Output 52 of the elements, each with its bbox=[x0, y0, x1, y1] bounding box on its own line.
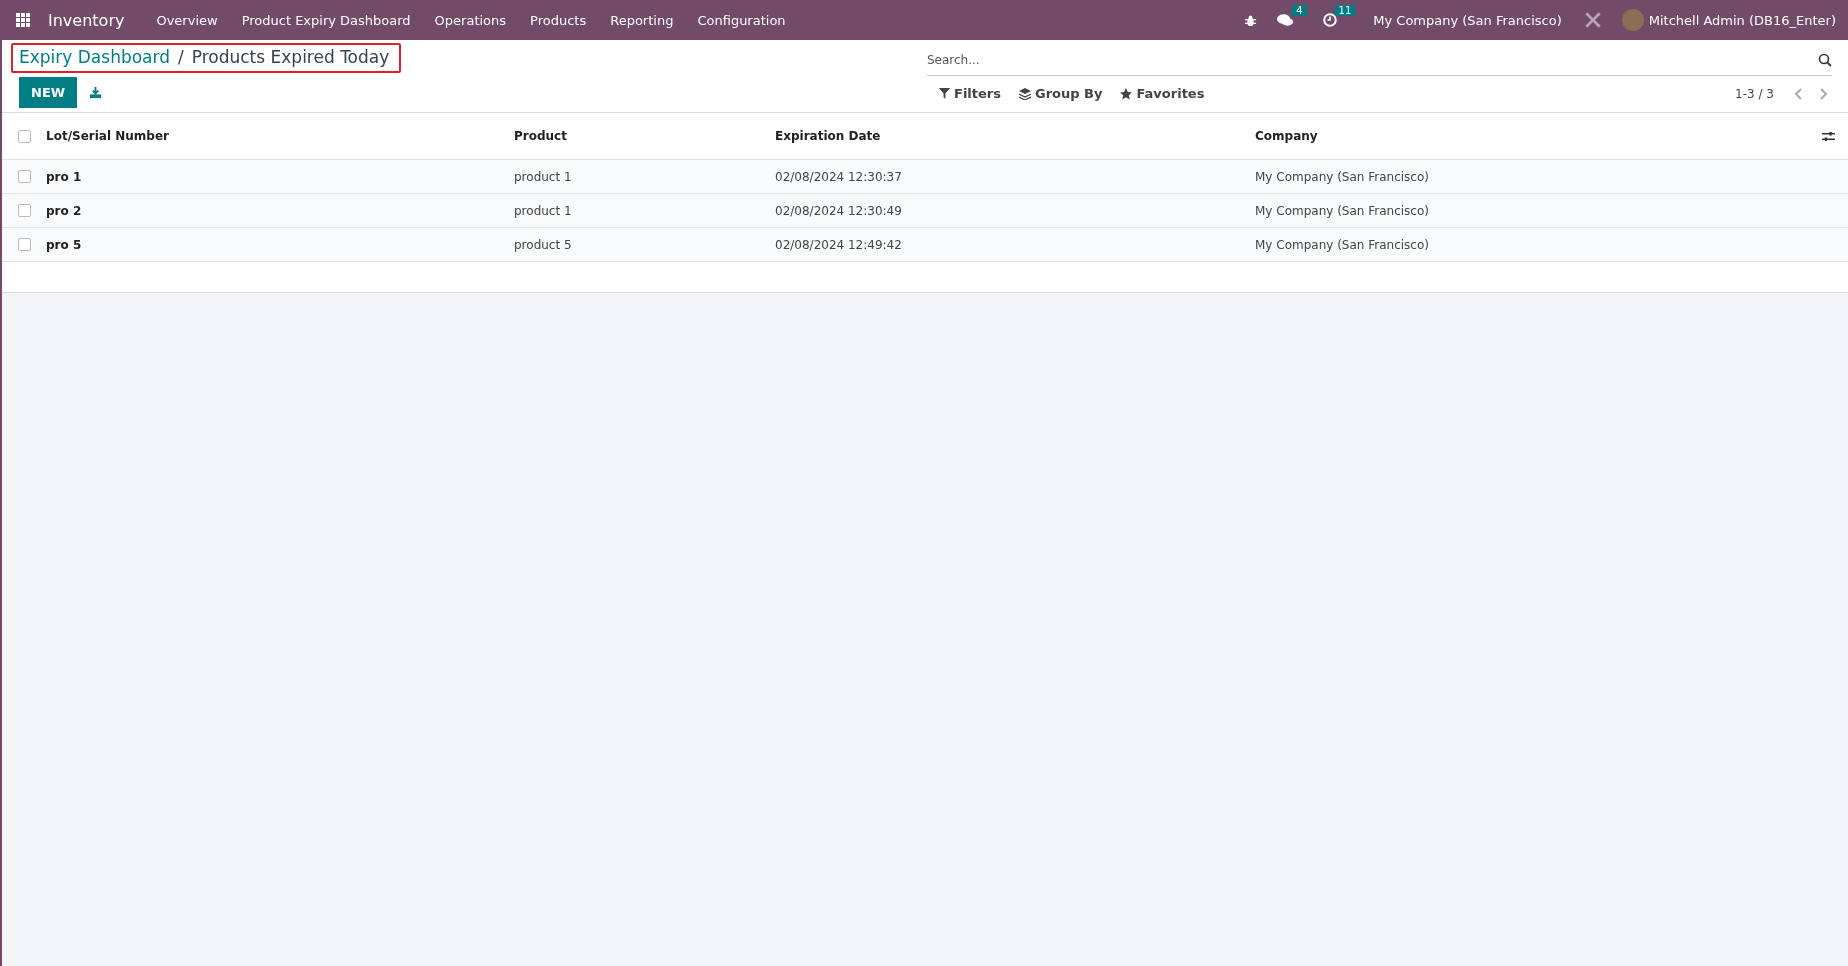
next-page-icon[interactable] bbox=[1820, 87, 1828, 100]
table-cell-text: My Company (San Francisco) bbox=[1255, 237, 1430, 252]
user-menu[interactable]: Mitchell Admin (DB16_Enter) bbox=[1648, 12, 1836, 28]
table-cell-text: pro 2 bbox=[46, 203, 83, 218]
menu-item[interactable]: Products bbox=[518, 12, 599, 28]
star-icon bbox=[1120, 87, 1133, 100]
table-cell-text: My Company (San Francisco) bbox=[1255, 169, 1430, 184]
menu-item[interactable]: Product Expiry Dashboard bbox=[229, 12, 423, 28]
table-cell-text: pro 5 bbox=[46, 237, 83, 252]
column-header[interactable]: Lot/Serial Number bbox=[46, 129, 514, 143]
row-checkbox[interactable] bbox=[17, 204, 31, 217]
apps-grid-icon[interactable] bbox=[16, 13, 30, 27]
new-button[interactable]: NEW bbox=[19, 77, 78, 108]
download-icon[interactable] bbox=[89, 86, 103, 99]
breadcrumb-link[interactable]: Expiry Dashboard bbox=[19, 47, 170, 67]
table-cell-text: product 5 bbox=[514, 237, 573, 252]
breadcrumb-current: Products Expired Today bbox=[191, 47, 390, 67]
pager-counter[interactable]: 1-3 / 3 bbox=[1735, 86, 1774, 101]
previous-page-icon[interactable] bbox=[1794, 87, 1802, 100]
table-cell-text: 02/08/2024 12:30:37 bbox=[775, 169, 903, 184]
bug-icon[interactable] bbox=[1244, 13, 1258, 27]
row-checkbox[interactable] bbox=[17, 170, 31, 183]
table-cell-text: product 1 bbox=[514, 169, 573, 184]
table-cell-text: pro 1 bbox=[46, 169, 83, 184]
column-header[interactable]: Company bbox=[1255, 129, 1790, 143]
search-field[interactable]: Search... bbox=[927, 48, 1818, 72]
company-switcher[interactable]: My Company (San Francisco) bbox=[1373, 12, 1562, 28]
table-cell-text: 02/08/2024 12:49:42 bbox=[775, 237, 903, 252]
search-icon[interactable] bbox=[1818, 53, 1832, 67]
filter-icon bbox=[939, 88, 950, 99]
row-checkbox[interactable] bbox=[17, 238, 31, 251]
menu-item[interactable]: Operations bbox=[422, 12, 519, 28]
clock-icon[interactable] bbox=[1322, 13, 1337, 27]
filter-menu-button[interactable]: Group By bbox=[1015, 82, 1107, 105]
menu-item[interactable]: Reporting bbox=[598, 12, 686, 28]
filter-menu-button[interactable]: Favorites bbox=[1116, 82, 1209, 105]
layers-icon bbox=[1019, 87, 1031, 100]
app-name[interactable]: Inventory bbox=[48, 10, 125, 30]
select-all-checkbox[interactable] bbox=[17, 129, 31, 143]
filter-menu-button[interactable]: Filters bbox=[935, 82, 1005, 105]
message-count-badge: 4 bbox=[1292, 5, 1307, 16]
column-header[interactable]: Expiration Date bbox=[775, 129, 1255, 143]
table-cell-text: product 1 bbox=[514, 203, 573, 218]
chat-icon[interactable] bbox=[1277, 13, 1295, 27]
menu-item[interactable]: Overview bbox=[144, 12, 230, 28]
table-cell-text: My Company (San Francisco) bbox=[1255, 203, 1430, 218]
column-header[interactable]: Product bbox=[514, 129, 775, 143]
breadcrumb-separator: / bbox=[178, 47, 184, 67]
activity-count-badge: 11 bbox=[1334, 5, 1356, 16]
table-cell-text: 02/08/2024 12:30:49 bbox=[775, 203, 903, 218]
column-settings-icon[interactable] bbox=[1821, 130, 1835, 142]
menu-item[interactable]: Configuration bbox=[685, 12, 798, 28]
